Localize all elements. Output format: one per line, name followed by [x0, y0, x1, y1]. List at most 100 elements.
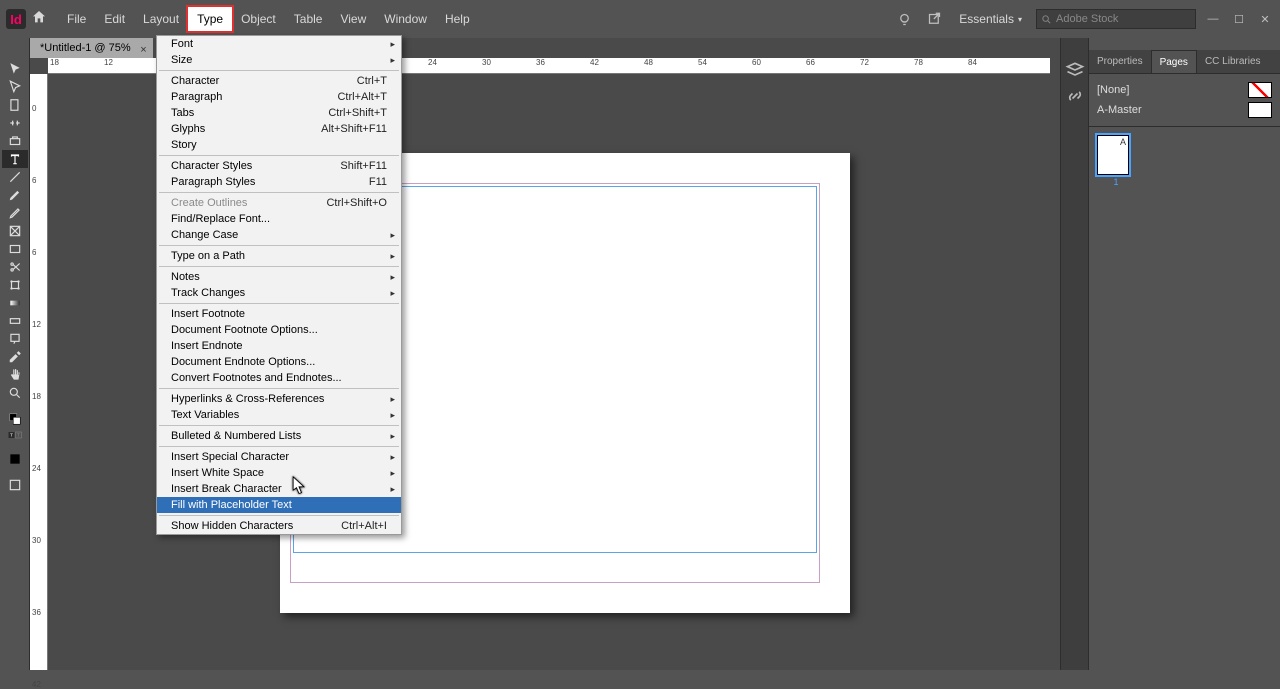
menu-item-insert-special-character[interactable]: Insert Special Character [157, 449, 401, 465]
panel-row-label: A-Master [1097, 104, 1142, 116]
menu-separator [159, 266, 399, 267]
selection-tool[interactable] [2, 60, 28, 78]
gradient-feather-tool[interactable] [2, 312, 28, 330]
menu-view[interactable]: View [331, 7, 375, 31]
menu-item-shortcut: Shift+F11 [340, 160, 387, 172]
menu-file[interactable]: File [58, 7, 95, 31]
menu-item-insert-endnote[interactable]: Insert Endnote [157, 338, 401, 354]
note-tool[interactable] [2, 330, 28, 348]
format-container-text-toggle[interactable]: TT [2, 428, 28, 442]
collapsed-dock [1060, 38, 1088, 670]
apply-color[interactable] [2, 450, 28, 468]
scissors-tool[interactable] [2, 258, 28, 276]
menu-item-hyperlinks-cross-references[interactable]: Hyperlinks & Cross-References [157, 391, 401, 407]
menu-table[interactable]: Table [285, 7, 332, 31]
menu-item-label: Notes [171, 271, 387, 283]
page-tool[interactable] [2, 96, 28, 114]
page-thumbnail-1[interactable]: A [1097, 135, 1129, 175]
menu-item-fill-with-placeholder-text[interactable]: Fill with Placeholder Text [157, 497, 401, 513]
menu-item-glyphs[interactable]: GlyphsAlt+Shift+F11 [157, 121, 401, 137]
document-tab[interactable]: *Untitled-1 @ 75% × [30, 38, 153, 58]
menu-layout[interactable]: Layout [134, 7, 188, 31]
panel-row-none[interactable]: [None] [1097, 80, 1272, 100]
zoom-tool[interactable] [2, 384, 28, 402]
menu-item-track-changes[interactable]: Track Changes [157, 285, 401, 301]
menu-item-label: Paragraph Styles [171, 176, 369, 188]
menu-item-label: Tabs [171, 107, 328, 119]
pencil-tool[interactable] [2, 204, 28, 222]
menu-item-bulleted-numbered-lists[interactable]: Bulleted & Numbered Lists [157, 428, 401, 444]
app-bar: Id FileEditLayoutTypeObjectTableViewWind… [0, 0, 1280, 38]
ruler-tick: 42 [32, 680, 41, 689]
menu-window[interactable]: Window [375, 7, 436, 31]
menu-item-convert-footnotes-and-endnotes[interactable]: Convert Footnotes and Endnotes... [157, 370, 401, 386]
panel-tab-properties[interactable]: Properties [1089, 50, 1151, 73]
eyedropper-tool[interactable] [2, 348, 28, 366]
menu-item-insert-break-character[interactable]: Insert Break Character [157, 481, 401, 497]
menu-item-notes[interactable]: Notes [157, 269, 401, 285]
menu-item-character-styles[interactable]: Character StylesShift+F11 [157, 158, 401, 174]
window-maximize[interactable]: ☐ [1230, 12, 1248, 26]
menu-item-size[interactable]: Size [157, 52, 401, 68]
window-minimize[interactable]: — [1204, 12, 1222, 26]
menu-item-insert-footnote[interactable]: Insert Footnote [157, 306, 401, 322]
menu-item-character[interactable]: CharacterCtrl+T [157, 73, 401, 89]
menu-item-label: Insert Break Character [171, 483, 387, 495]
stock-search[interactable]: Adobe Stock [1036, 9, 1196, 29]
view-mode-toggle[interactable] [2, 476, 28, 494]
menu-separator [159, 192, 399, 193]
menu-edit[interactable]: Edit [95, 7, 134, 31]
menu-separator [159, 446, 399, 447]
menu-item-label: Font [171, 38, 387, 50]
close-tab-icon[interactable]: × [140, 40, 146, 60]
type-tool[interactable] [2, 150, 28, 168]
menu-item-paragraph[interactable]: ParagraphCtrl+Alt+T [157, 89, 401, 105]
menu-item-document-footnote-options[interactable]: Document Footnote Options... [157, 322, 401, 338]
panel-tab-cc-libraries[interactable]: CC Libraries [1197, 50, 1269, 73]
menu-item-show-hidden-characters[interactable]: Show Hidden CharactersCtrl+Alt+I [157, 518, 401, 534]
menu-item-text-variables[interactable]: Text Variables [157, 407, 401, 423]
window-close[interactable]: ✕ [1256, 12, 1274, 26]
menu-object[interactable]: Object [232, 7, 285, 31]
menu-item-document-endnote-options[interactable]: Document Endnote Options... [157, 354, 401, 370]
workspace-switcher[interactable]: Essentials ▾ [953, 12, 1028, 26]
tips-icon[interactable] [893, 8, 915, 30]
menu-item-type-on-a-path[interactable]: Type on a Path [157, 248, 401, 264]
rectangle-tool[interactable] [2, 240, 28, 258]
hand-tool[interactable] [2, 366, 28, 384]
home-icon[interactable] [26, 9, 52, 29]
menu-separator [159, 303, 399, 304]
menu-item-find-replace-font[interactable]: Find/Replace Font... [157, 211, 401, 227]
panel-tab-pages[interactable]: Pages [1151, 50, 1197, 73]
menu-item-label: Document Endnote Options... [171, 356, 387, 368]
ruler-tick: 48 [644, 58, 653, 67]
gradient-swatch-tool[interactable] [2, 294, 28, 312]
share-icon[interactable] [923, 8, 945, 30]
menu-item-insert-white-space[interactable]: Insert White Space [157, 465, 401, 481]
menu-item-story[interactable]: Story [157, 137, 401, 153]
menu-item-change-case[interactable]: Change Case [157, 227, 401, 243]
links-dock-icon[interactable] [1065, 86, 1085, 106]
menu-item-tabs[interactable]: TabsCtrl+Shift+T [157, 105, 401, 121]
panel-row-label: [None] [1097, 84, 1129, 96]
menu-type[interactable]: Type [188, 7, 232, 31]
layers-dock-icon[interactable] [1065, 60, 1085, 80]
menu-item-font[interactable]: Font [157, 36, 401, 52]
free-transform-tool[interactable] [2, 276, 28, 294]
menu-item-paragraph-styles[interactable]: Paragraph StylesF11 [157, 174, 401, 190]
gap-tool[interactable] [2, 114, 28, 132]
ruler-tick: 12 [104, 58, 113, 67]
direct-selection-tool[interactable] [2, 78, 28, 96]
menu-separator [159, 388, 399, 389]
rectangle-frame-tool[interactable] [2, 222, 28, 240]
fill-stroke-swatch[interactable] [2, 410, 28, 428]
ruler-tick: 12 [32, 320, 41, 329]
menu-item-shortcut: F11 [369, 176, 387, 188]
menu-help[interactable]: Help [436, 7, 479, 31]
line-tool[interactable] [2, 168, 28, 186]
panel-row-master[interactable]: A-Master [1097, 100, 1272, 120]
content-collector-tool[interactable] [2, 132, 28, 150]
menu-item-label: Size [171, 54, 387, 66]
vertical-ruler[interactable]: 066121824303642 [30, 74, 48, 670]
pen-tool[interactable] [2, 186, 28, 204]
